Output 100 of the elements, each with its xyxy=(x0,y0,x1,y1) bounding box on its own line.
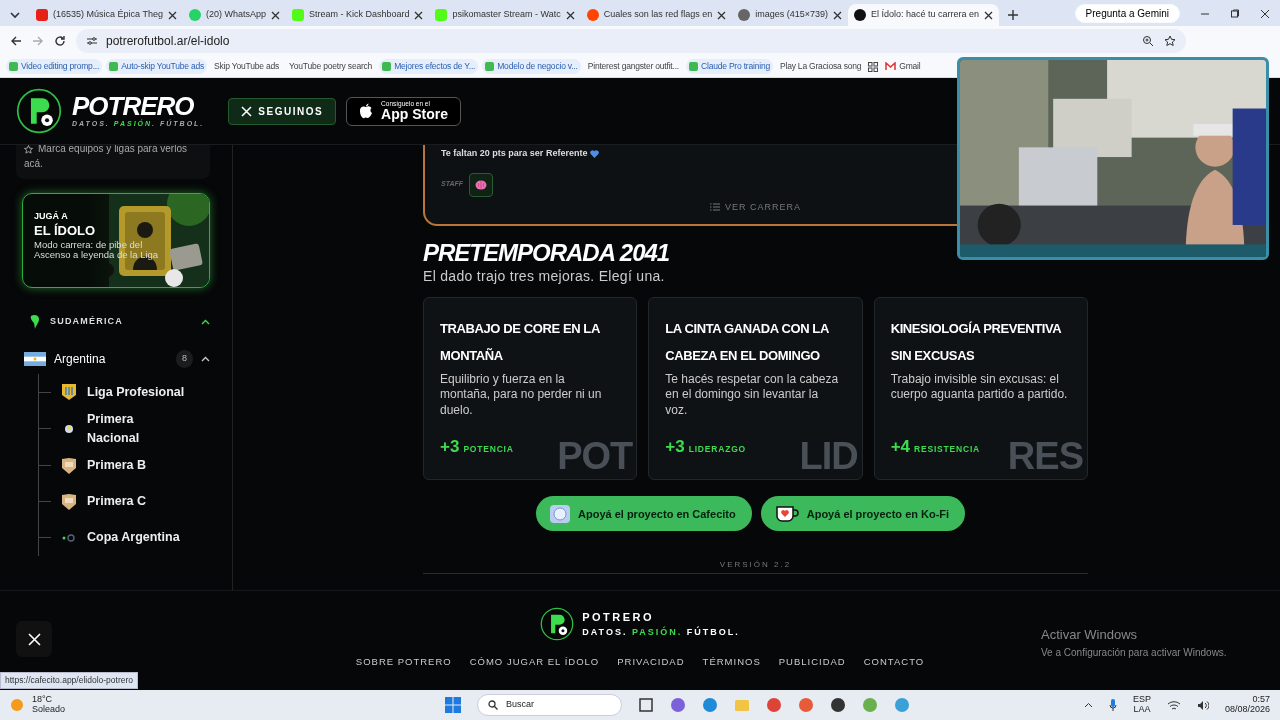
checkbox-icon xyxy=(382,62,392,71)
footer-link[interactable]: SOBRE POTRERO xyxy=(355,655,452,670)
league-item[interactable]: Copa Argentina xyxy=(39,519,210,556)
upgrade-card[interactable]: TRABAJO DE CORE EN LA MONTAÑA Equilibrio y fuerza en la montaña, para no perder ni un duelo. +3 POTENCIA POT xyxy=(423,297,638,481)
league-item[interactable]: Primera C xyxy=(39,483,210,520)
apple-icon xyxy=(359,103,374,119)
footer-link[interactable]: PUBLICIDAD xyxy=(778,655,846,670)
taskbar-search[interactable]: Buscar xyxy=(477,694,623,716)
card-title: LA CINTA GANADA CON LA CABEZA EN EL DOMINGO xyxy=(665,320,830,366)
tab-title: Stream - Kick Dashboard xyxy=(308,8,410,22)
bonus-value: +4 xyxy=(890,435,911,458)
bookmark[interactable]: Video editing promp... xyxy=(6,59,103,74)
upgrade-card[interactable]: KINESIOLOGÍA PREVENTIVA SIN EXCUSAS Trabajo invisible sin excusas: el cuerpo aguanta partido a partido. +4 RESISTENCIA RES xyxy=(873,297,1088,481)
app-icon[interactable] xyxy=(830,697,847,713)
close-icon[interactable] xyxy=(414,10,424,20)
logo-icon[interactable] xyxy=(16,88,62,134)
support-button[interactable]: Apoyá el proyecto en Cafecito xyxy=(536,496,752,532)
promo-kicker: JUGÁ A xyxy=(34,210,69,223)
language-indicator[interactable]: ESP LAA xyxy=(1132,695,1151,715)
tab-title: (16535) Música Épica Theg xyxy=(53,8,163,22)
x-button[interactable] xyxy=(16,621,52,657)
task-view-icon[interactable] xyxy=(638,697,655,713)
close-icon[interactable] xyxy=(1260,9,1270,19)
checkbox-icon xyxy=(109,62,119,71)
url-text: potrerofutbol.ar/el-idolo xyxy=(106,33,230,50)
site-info-icon[interactable] xyxy=(86,36,98,46)
logo-icon[interactable] xyxy=(540,607,575,641)
league-item[interactable]: Liga Profesional xyxy=(39,374,210,410)
bookmark[interactable]: Mejores efectos de Y... xyxy=(379,59,479,74)
region-header[interactable]: SUDAMÉRICA xyxy=(30,314,210,330)
close-icon[interactable] xyxy=(565,10,575,20)
league-item[interactable]: Primera B xyxy=(39,447,210,484)
clock[interactable]: 0:57 08/08/2026 xyxy=(1224,695,1270,715)
close-icon[interactable] xyxy=(717,10,727,20)
league-badge-icon xyxy=(61,492,77,511)
league-badge-icon xyxy=(61,456,77,475)
bookmark[interactable]: Claude Pro training xyxy=(686,59,773,74)
new-tab-icon[interactable] xyxy=(1007,9,1020,21)
tab-favicon xyxy=(586,9,599,21)
bookmark-star-icon[interactable] xyxy=(1164,35,1176,47)
bookmark[interactable]: Gmail xyxy=(882,59,924,74)
card-title: TRABAJO DE CORE EN LA MONTAÑA xyxy=(440,320,601,366)
close-icon[interactable] xyxy=(167,10,177,20)
edge-icon[interactable] xyxy=(702,697,719,713)
address-bar[interactable]: potrerofutbol.ar/el-idolo xyxy=(76,29,1186,53)
chrome-icon[interactable] xyxy=(766,697,783,713)
gemini-button[interactable]: Pregunta a Gemini xyxy=(1074,4,1180,23)
bookmark[interactable]: Skip YouTube ads xyxy=(211,59,283,74)
start-icon[interactable] xyxy=(445,697,462,713)
browser-tab[interactable]: Stream - Kick Dashboard xyxy=(285,4,430,26)
chevron-icon[interactable] xyxy=(1083,702,1093,708)
cup-icon xyxy=(550,504,570,523)
zoom-icon[interactable] xyxy=(1142,35,1154,47)
footer-link[interactable]: PRIVACIDAD xyxy=(617,655,685,670)
browser-tab[interactable]: Cuales son las red flags en xyxy=(580,4,733,26)
apps-grid-icon[interactable] xyxy=(868,61,879,72)
card-text: Trabajo invisible sin excusas: el cuerpo aguanta partido a partido. xyxy=(890,371,1069,403)
support-button[interactable]: Apoyá el proyecto en Ko-Fi xyxy=(760,496,966,532)
league-item[interactable]: Primera Nacional xyxy=(39,410,210,448)
close-icon[interactable] xyxy=(984,10,994,20)
upgrade-card[interactable]: LA CINTA GANADA CON LA CABEZA EN EL DOMINGO Te hacés respetar con la cabeza en el domingo sin levantar la voz. +3 LIDERAZGO LID xyxy=(648,297,863,481)
browser-tab[interactable]: psikomaster Stream - Watc xyxy=(429,4,581,26)
weather-text: Soleado xyxy=(32,705,66,715)
bookmark[interactable]: Auto-skip YouTube ads xyxy=(106,59,208,74)
country-item[interactable]: Argentina 8 xyxy=(24,350,210,368)
microphone-icon[interactable] xyxy=(1108,699,1117,711)
close-icon[interactable] xyxy=(270,10,280,20)
count-badge: 8 xyxy=(176,350,193,368)
chevron-icon[interactable] xyxy=(201,319,210,325)
footer-link[interactable]: TÉRMINOS xyxy=(702,655,761,670)
bookmark[interactable]: Play La Graciosa song xyxy=(776,59,865,74)
teams-icon[interactable] xyxy=(670,697,687,713)
footer-link[interactable]: CÓMO JUGAR EL ÍDOLO xyxy=(469,655,600,670)
view-career-link[interactable]: VER CARRERA xyxy=(710,201,801,212)
staff-badge[interactable] xyxy=(469,172,494,197)
heart-icon xyxy=(589,149,599,158)
brand-tagline: DATOS. PASIÓN. FÚTBOL. xyxy=(582,625,740,639)
x-logo-icon xyxy=(27,632,41,646)
mail-icon xyxy=(885,62,897,71)
bookmark[interactable]: Pinterest gangster outfit... xyxy=(584,59,682,74)
volume-icon[interactable] xyxy=(1196,699,1209,711)
bookmark[interactable]: Modelo de negocio v... xyxy=(482,59,581,74)
brand-name[interactable]: POTRERO xyxy=(72,92,205,119)
checkbox-icon xyxy=(689,62,698,71)
restore-icon[interactable] xyxy=(1230,9,1240,19)
checkbox-icon xyxy=(9,62,18,71)
browser-tab[interactable]: (20) WhatsApp xyxy=(182,4,286,26)
section-subtitle: El dado trajo tres mejoras. Elegí una. xyxy=(423,267,666,287)
browser-tab[interactable]: (16535) Música Épica Theg xyxy=(30,4,183,26)
footer-link[interactable]: CONTACTO xyxy=(863,655,925,670)
reload-icon[interactable] xyxy=(54,35,66,47)
bookmark[interactable]: YouTube poetry search xyxy=(286,59,376,74)
browser-tab[interactable]: images (415×739) xyxy=(732,4,849,26)
bonus-value: +3 xyxy=(665,435,685,458)
close-icon[interactable] xyxy=(833,10,843,20)
flag-icon xyxy=(24,352,46,366)
back-icon[interactable] xyxy=(10,35,22,47)
follow-button[interactable]: SEGUINOS xyxy=(228,97,337,125)
wifi-icon[interactable] xyxy=(1166,699,1181,711)
browser-tab[interactable]: El Ídolo: hacé tu carrera en xyxy=(848,4,1000,26)
